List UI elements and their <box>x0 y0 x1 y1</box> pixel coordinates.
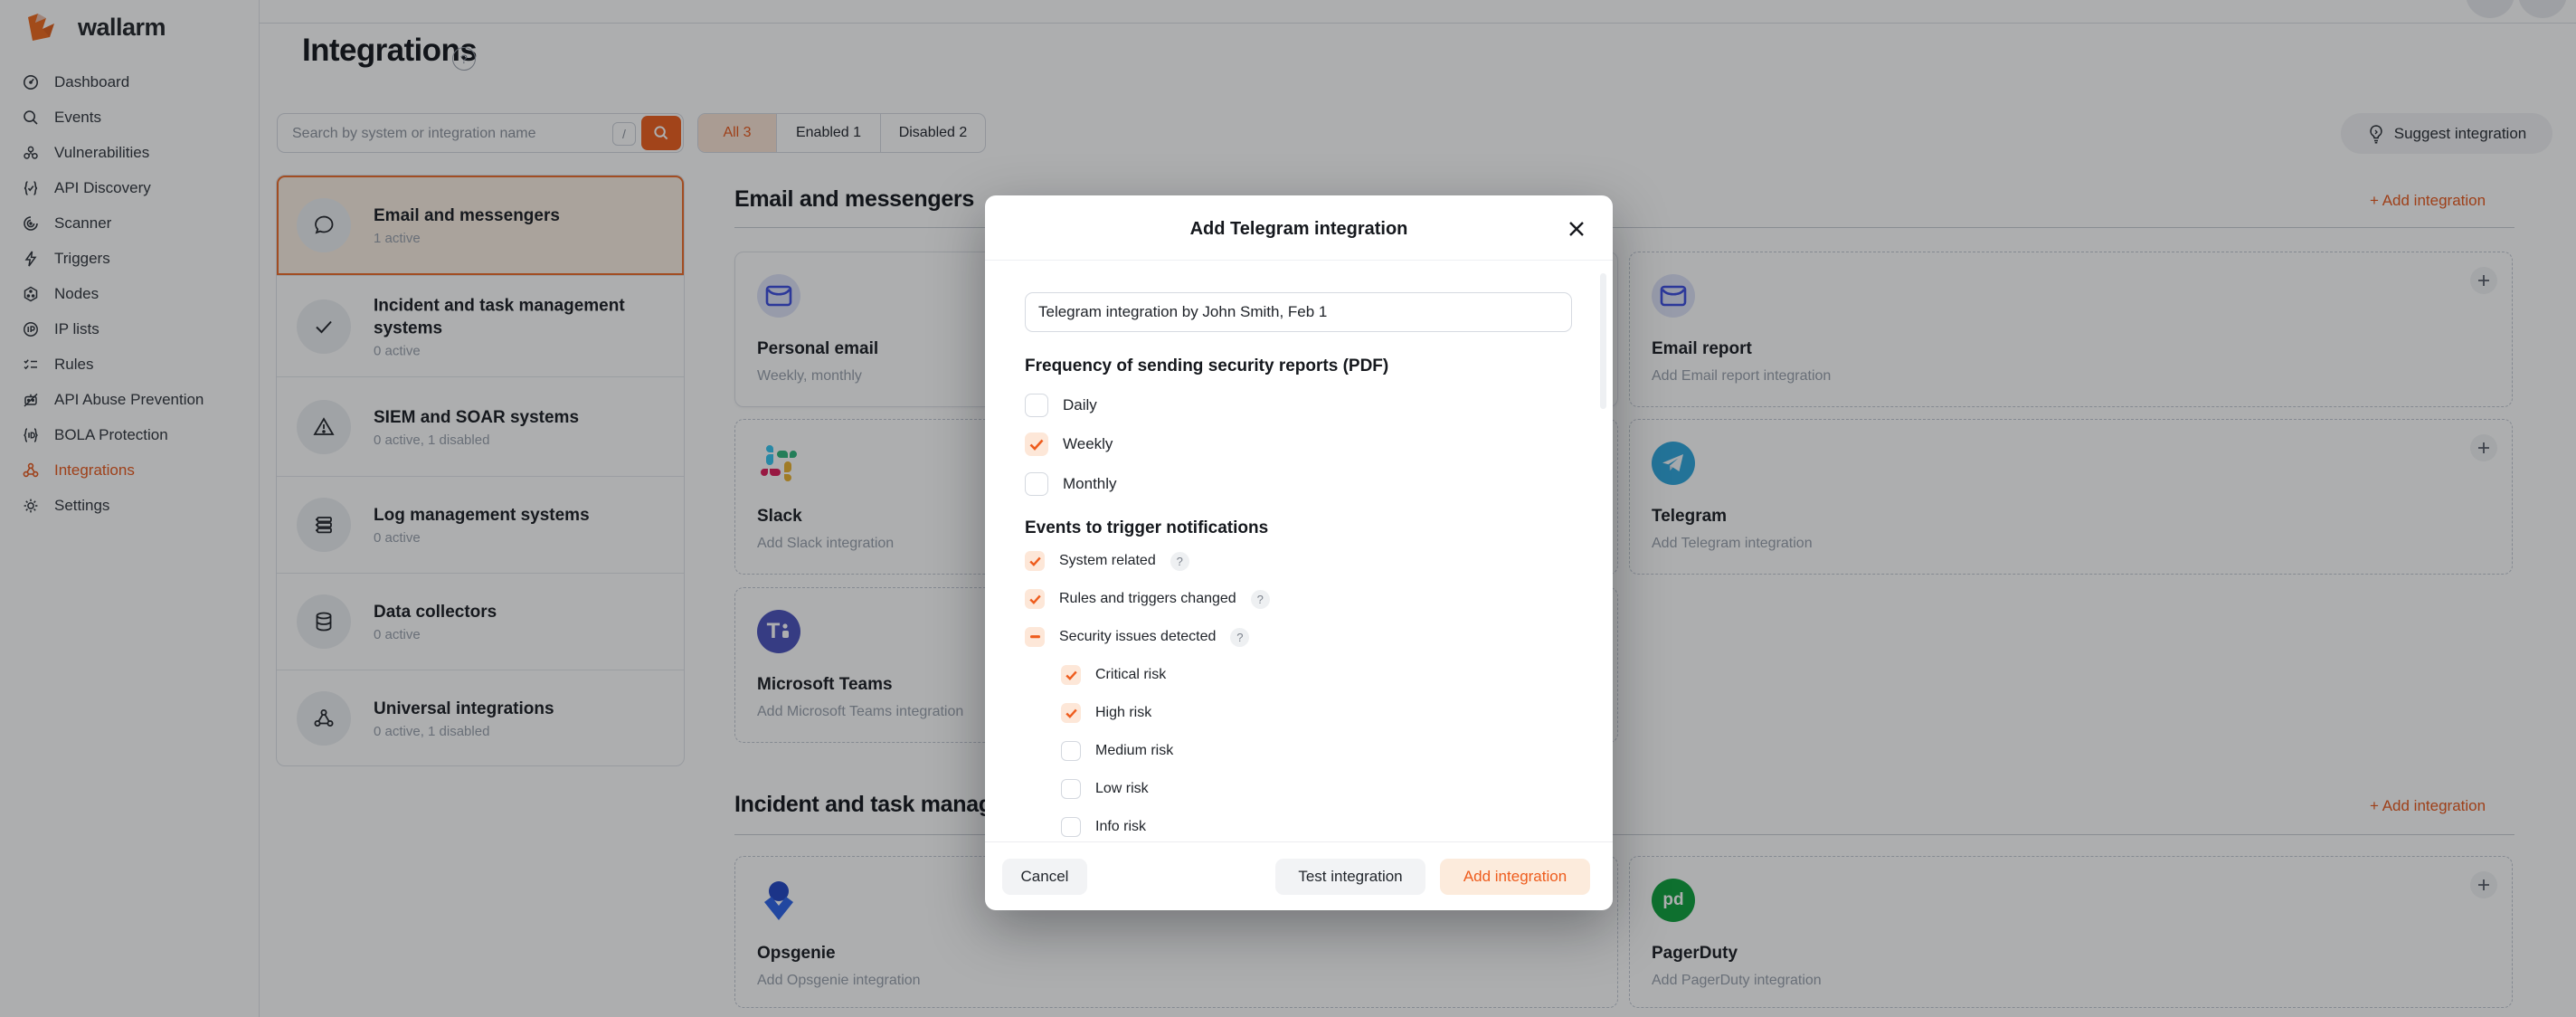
checkbox-label: High risk <box>1095 705 1151 721</box>
checkbox-weekly[interactable] <box>1025 432 1048 456</box>
modal-footer: Cancel Test integration Add integration <box>985 841 1613 910</box>
checkbox-row-system-related[interactable]: System related ? <box>1025 551 1189 571</box>
modal-title: Add Telegram integration <box>985 219 1613 240</box>
checkbox-label: Rules and triggers changed <box>1059 591 1236 607</box>
test-integration-button[interactable]: Test integration <box>1275 859 1425 895</box>
help-icon[interactable]: ? <box>1230 628 1249 647</box>
checkbox-label: System related <box>1059 553 1156 569</box>
integration-name-input[interactable] <box>1025 292 1572 332</box>
checkbox-label: Weekly <box>1063 435 1113 453</box>
checkbox-row-medium-risk[interactable]: Medium risk <box>1061 741 1173 761</box>
frequency-heading: Frequency of sending security reports (P… <box>1025 356 1388 376</box>
checkbox-daily[interactable] <box>1025 394 1048 417</box>
checkbox-row-monthly[interactable]: Monthly <box>1025 472 1117 496</box>
checkbox-label: Low risk <box>1095 781 1149 797</box>
checkbox-label: Medium risk <box>1095 743 1173 759</box>
checkbox-label: Info risk <box>1095 819 1146 835</box>
checkbox-label: Daily <box>1063 396 1097 414</box>
checkbox-high-risk[interactable] <box>1061 703 1081 723</box>
checkbox-critical-risk[interactable] <box>1061 665 1081 685</box>
events-heading: Events to trigger notifications <box>1025 518 1268 538</box>
checkbox-label: Monthly <box>1063 475 1117 493</box>
modal-header: Add Telegram integration <box>985 195 1613 261</box>
help-icon[interactable]: ? <box>1170 552 1189 571</box>
add-telegram-integration-modal: Add Telegram integration Frequency of se… <box>985 195 1613 910</box>
checkbox-security-issues-detected[interactable] <box>1025 627 1045 647</box>
close-icon[interactable] <box>1566 218 1587 240</box>
checkbox-row-weekly[interactable]: Weekly <box>1025 432 1113 456</box>
modal-scrollbar-thumb[interactable] <box>1600 273 1606 409</box>
checkbox-row-critical-risk[interactable]: Critical risk <box>1061 665 1166 685</box>
help-icon[interactable]: ? <box>1251 590 1270 609</box>
checkbox-rules-triggers-changed[interactable] <box>1025 589 1045 609</box>
checkbox-medium-risk[interactable] <box>1061 741 1081 761</box>
checkbox-monthly[interactable] <box>1025 472 1048 496</box>
cancel-button[interactable]: Cancel <box>1002 859 1087 895</box>
add-integration-button[interactable]: Add integration <box>1440 859 1590 895</box>
checkbox-label: Security issues detected <box>1059 629 1216 645</box>
checkbox-row-rules-triggers[interactable]: Rules and triggers changed ? <box>1025 589 1270 609</box>
checkbox-label: Critical risk <box>1095 667 1166 683</box>
checkbox-row-info-risk[interactable]: Info risk <box>1061 817 1146 837</box>
checkbox-row-security-issues[interactable]: Security issues detected ? <box>1025 627 1249 647</box>
checkbox-row-daily[interactable]: Daily <box>1025 394 1097 417</box>
checkbox-low-risk[interactable] <box>1061 779 1081 799</box>
checkbox-info-risk[interactable] <box>1061 817 1081 837</box>
checkbox-system-related[interactable] <box>1025 551 1045 571</box>
checkbox-row-high-risk[interactable]: High risk <box>1061 703 1151 723</box>
checkbox-row-low-risk[interactable]: Low risk <box>1061 779 1149 799</box>
